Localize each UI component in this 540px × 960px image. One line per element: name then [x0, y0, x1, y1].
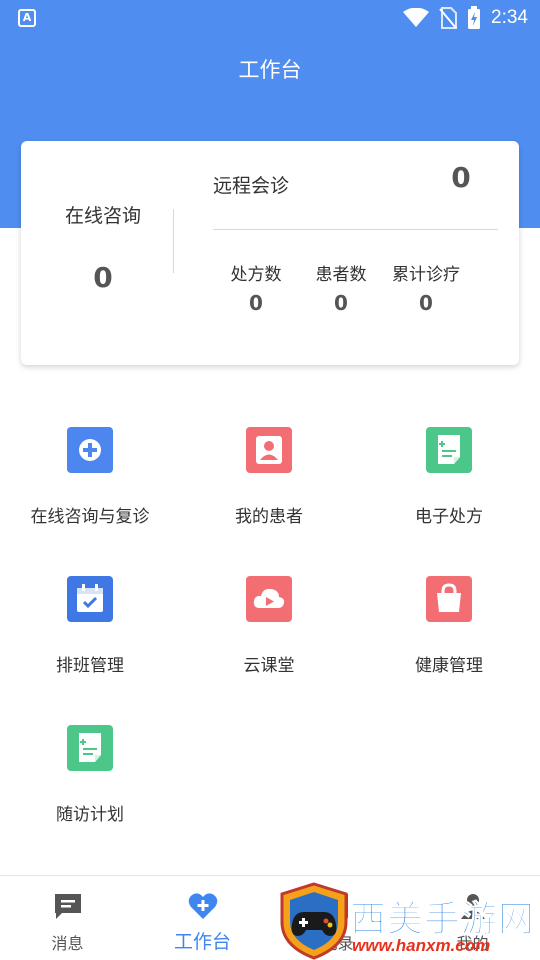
grid-item-followup-plan[interactable]: 随访计划: [0, 725, 180, 825]
calendar-check-icon: [67, 576, 113, 622]
stat-prescriptions[interactable]: 处方数 0: [211, 260, 301, 315]
grid-item-label: 随访计划: [56, 805, 124, 825]
stat-label: 累计诊疗: [392, 265, 460, 285]
remote-consult-count: 0: [451, 161, 471, 194]
status-time: 2:34: [491, 7, 528, 28]
grid-item-label: 电子处方: [415, 507, 483, 527]
prescription-icon: [426, 427, 472, 473]
cloud-play-icon: [246, 576, 292, 622]
grid-item-schedule[interactable]: 排班管理: [0, 576, 180, 676]
online-consult-label[interactable]: 在线咨询: [21, 201, 185, 228]
grid-item-label: 在线咨询与复诊: [30, 507, 150, 527]
tab-label: 工作台: [173, 931, 231, 953]
tab-label: 消息: [51, 934, 84, 953]
watermark-overlay: 西美手游网 www.hanxm.com: [278, 882, 540, 960]
stat-total-treatments[interactable]: 累计诊疗 0: [381, 260, 471, 315]
wifi-icon: [403, 8, 430, 27]
stat-value: 0: [249, 291, 263, 315]
status-icons: 2:34: [403, 6, 528, 30]
grid-item-e-prescription[interactable]: 电子处方: [359, 427, 539, 527]
stat-label: 患者数: [315, 265, 367, 285]
no-sim-icon: [439, 7, 458, 29]
stat-patients[interactable]: 患者数 0: [296, 260, 386, 315]
grid-item-label: 云课堂: [243, 656, 295, 676]
tab-messages[interactable]: 消息: [0, 876, 135, 960]
watermark-url: www.hanxm.com: [352, 936, 491, 955]
grid-item-label: 排班管理: [56, 656, 124, 676]
stat-value: 0: [419, 291, 433, 315]
vertical-divider: [173, 209, 174, 273]
summary-card: 在线咨询 0 远程会诊 0 处方数 0 患者数 0 累计诊疗 0: [21, 141, 519, 365]
grid-item-health-management[interactable]: 健康管理: [359, 576, 539, 676]
shopping-bag-icon: [426, 576, 472, 622]
tab-workbench[interactable]: 工作台: [135, 876, 270, 960]
grid-item-label: 健康管理: [415, 656, 483, 676]
followup-doc-icon: [67, 725, 113, 771]
remote-consult-label[interactable]: 远程会诊: [213, 171, 289, 198]
horizontal-divider: [213, 229, 498, 230]
grid-item-online-consult[interactable]: 在线咨询与复诊: [0, 427, 180, 527]
status-bar: A 2:34: [0, 0, 540, 36]
grid-item-my-patients[interactable]: 我的患者: [179, 427, 359, 527]
message-icon: [54, 894, 81, 919]
stat-label: 处方数: [230, 265, 282, 285]
watermark-text: 西美手游网: [349, 899, 536, 941]
stat-value: 0: [334, 291, 348, 315]
patient-card-icon: [246, 427, 292, 473]
online-consult-count: 0: [93, 261, 113, 294]
grid-item-label: 我的患者: [235, 507, 303, 527]
page-title: 工作台: [238, 58, 302, 82]
medical-cross-icon: [67, 427, 113, 473]
grid-item-cloud-classroom[interactable]: 云课堂: [179, 576, 359, 676]
heart-plus-icon: [188, 893, 217, 919]
battery-charging-icon: [468, 6, 481, 29]
gamepad-shield-logo: [280, 882, 348, 960]
app-notification-icon: A: [18, 9, 36, 27]
